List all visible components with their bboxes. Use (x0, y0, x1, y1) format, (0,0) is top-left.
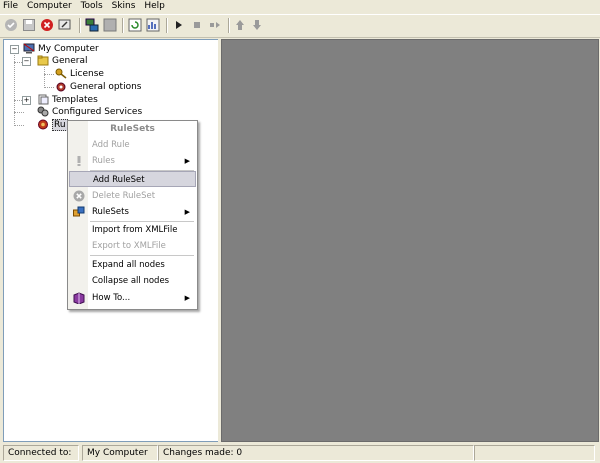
submenu-arrow-icon: ▶ (184, 208, 190, 216)
save-icon[interactable] (22, 18, 36, 32)
book-icon (73, 292, 85, 305)
tree-node-templates[interactable]: Templates (37, 94, 98, 106)
submenu-arrow-icon: ▶ (184, 157, 190, 165)
detail-panel (221, 39, 599, 442)
expand-toggle[interactable]: + (22, 96, 31, 105)
stop-square-icon[interactable] (190, 18, 204, 32)
toolbar-separator (122, 18, 124, 33)
menu-item-label: Import from XMLFile (92, 225, 178, 235)
templates-icon (37, 94, 49, 105)
toolbar-separator (79, 18, 81, 33)
menu-item-collapse-all[interactable]: Collapse all nodes (69, 273, 196, 289)
status-connected-label: Connected to: (3, 445, 79, 461)
menu-help[interactable]: Help (141, 0, 168, 13)
tree-label: General options (70, 82, 142, 92)
folder-icon (37, 55, 49, 66)
chart-icon[interactable] (146, 18, 160, 32)
tree-label: Templates (52, 95, 98, 105)
tree-node-my-computer[interactable]: My Computer (23, 43, 99, 55)
up-arrow-icon[interactable] (233, 18, 247, 32)
delete-icon (73, 190, 85, 202)
menu-item-add-ruleset[interactable]: Add RuleSet (69, 171, 196, 187)
key-icon (55, 68, 67, 79)
menu-item-label: Export to XMLFile (92, 241, 166, 251)
menu-tools[interactable]: Tools (78, 0, 106, 13)
tree-node-general[interactable]: General (37, 55, 87, 67)
rulesets-icon (73, 206, 85, 218)
grid-icon[interactable] (103, 18, 117, 32)
menu-item-rules[interactable]: Rules ▶ (69, 153, 196, 169)
menu-item-rulesets[interactable]: RuleSets ▶ (69, 204, 196, 220)
status-bar: Connected to: My Computer Changes made: … (0, 443, 600, 463)
tree-line (14, 125, 24, 126)
collapse-toggle[interactable]: − (10, 45, 19, 54)
menu-item-label: Expand all nodes (92, 260, 165, 270)
tree-node-license[interactable]: License (55, 68, 104, 80)
menu-item-label: Delete RuleSet (92, 191, 156, 201)
computer-icon (23, 43, 35, 54)
menu-item-add-rule[interactable]: Add Rule (69, 137, 196, 153)
play-icon[interactable] (172, 18, 186, 32)
tree-label: General (52, 56, 88, 66)
menu-item-delete-ruleset[interactable]: Delete RuleSet (69, 188, 196, 204)
menu-item-export-xml[interactable]: Export to XMLFile (69, 238, 196, 254)
toolbar-separator (228, 18, 230, 33)
collapse-toggle[interactable]: − (22, 57, 31, 66)
tree-node-general-options[interactable]: General options (55, 81, 141, 93)
menu-item-import-xml[interactable]: Import from XMLFile (69, 222, 196, 238)
menu-file[interactable]: File (0, 0, 21, 13)
tree-line (44, 74, 54, 75)
tree-line (44, 87, 54, 88)
step-icon[interactable] (208, 18, 222, 32)
menu-item-label: How To... (92, 293, 131, 303)
tree-line (14, 112, 24, 113)
menu-item-label: Collapse all nodes (92, 276, 170, 286)
tree-node-rulesets[interactable]: Ru (37, 119, 68, 131)
tree-label: License (70, 69, 104, 79)
menu-item-how-to[interactable]: How To... ▶ (69, 290, 196, 306)
tree-node-configured-services[interactable]: Configured Services (37, 106, 142, 118)
rules-icon (37, 119, 49, 130)
menu-item-expand-all[interactable]: Expand all nodes (69, 257, 196, 273)
tree-line (14, 55, 15, 126)
toolbar-separator (166, 18, 168, 33)
options-icon (55, 81, 67, 92)
submenu-arrow-icon: ▶ (184, 294, 190, 302)
toolbar (0, 14, 600, 38)
status-computer: My Computer (82, 445, 158, 461)
context-menu: RuleSets Add Rule Rules ▶ Add RuleSet De… (67, 120, 198, 310)
context-menu-title: RuleSets (110, 124, 155, 134)
exclamation-icon (73, 155, 85, 167)
tree-line (44, 67, 45, 88)
menu-computer[interactable]: Computer (24, 0, 75, 13)
tree-label: My Computer (38, 44, 99, 54)
tree-label: Configured Services (52, 107, 143, 117)
menu-item-label: Add RuleSet (93, 175, 145, 185)
refresh-icon[interactable] (128, 18, 142, 32)
stop-icon[interactable] (40, 18, 54, 32)
check-icon[interactable] (4, 18, 18, 32)
status-extra-panel (474, 445, 595, 461)
network-icon[interactable] (85, 18, 99, 32)
tree-label: Ru (52, 119, 68, 131)
menu-separator (90, 255, 194, 256)
menu-item-label: Add Rule (92, 140, 130, 150)
services-icon (37, 106, 49, 117)
menu-item-label: Rules (92, 156, 115, 166)
wizard-icon[interactable] (58, 18, 72, 32)
menu-item-label: RuleSets (92, 207, 129, 217)
menu-skins[interactable]: Skins (109, 0, 139, 13)
down-arrow-icon[interactable] (250, 18, 264, 32)
status-changes: Changes made: 0 (158, 445, 474, 461)
menu-bar: File Computer Tools Skins Help (0, 0, 600, 13)
